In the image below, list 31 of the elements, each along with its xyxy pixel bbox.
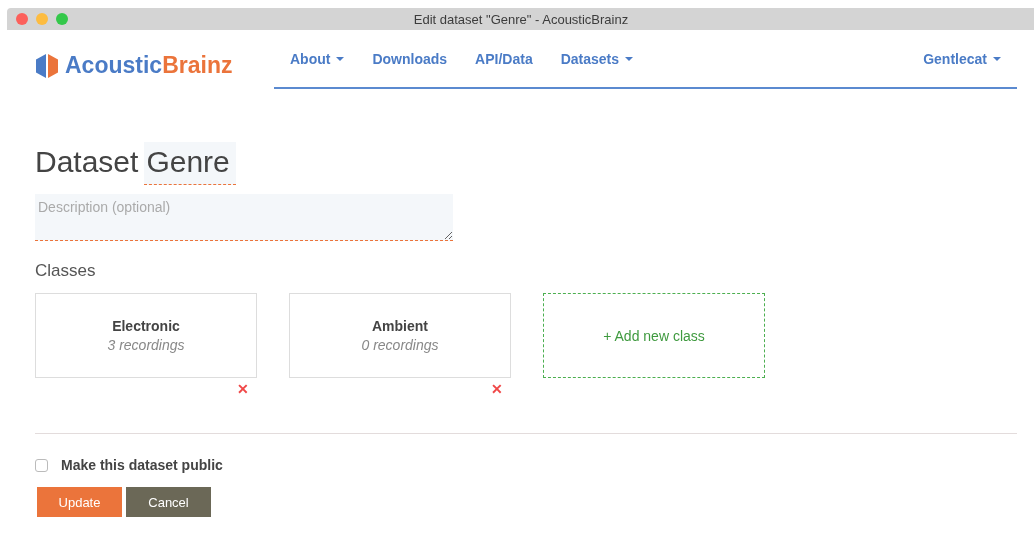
add-class-button[interactable]: + Add new class <box>543 293 765 378</box>
class-name: Ambient <box>372 318 428 334</box>
nav-link[interactable]: Datasets <box>560 50 634 67</box>
caret-icon <box>993 56 1001 61</box>
nav-link[interactable]: API/Data <box>475 50 533 67</box>
hexagon-logo-icon <box>35 52 59 79</box>
class-name: Electronic <box>112 318 180 334</box>
logo-link[interactable]: AcousticBrainz <box>35 52 274 79</box>
cancel-button[interactable]: Cancel <box>126 487 211 517</box>
dataset-name-field[interactable]: Genre <box>144 142 236 185</box>
recording-count: 0 recordings <box>361 337 439 353</box>
description-field[interactable]: Description (optional) <box>35 194 453 241</box>
caret-icon <box>336 56 345 61</box>
page-heading: Dataset <box>35 144 139 180</box>
checkbox-label: Make this dataset public <box>61 457 223 473</box>
update-button[interactable]: Update <box>37 487 122 517</box>
checkbox[interactable] <box>35 458 48 472</box>
section-label: Classes <box>35 261 97 281</box>
zoom-window-button[interactable] <box>56 13 68 25</box>
remove-icon[interactable]: ✕ <box>237 381 249 397</box>
close-window-button[interactable] <box>16 13 28 25</box>
minimize-window-button[interactable] <box>36 13 48 25</box>
caret-icon <box>625 56 634 61</box>
nav-link[interactable]: About <box>290 50 345 67</box>
window-title: Edit dataset "Genre" - AcousticBrainz <box>412 11 630 27</box>
nav-link[interactable]: Downloads <box>372 50 448 67</box>
remove-icon[interactable]: ✕ <box>491 381 503 397</box>
class-card[interactable]: Electronic 3 recordings <box>35 293 257 378</box>
user-menu-link[interactable]: Gentlecat <box>923 50 1001 67</box>
recording-count: 3 recordings <box>107 337 185 353</box>
class-card[interactable]: Ambient 0 recordings <box>289 293 511 378</box>
